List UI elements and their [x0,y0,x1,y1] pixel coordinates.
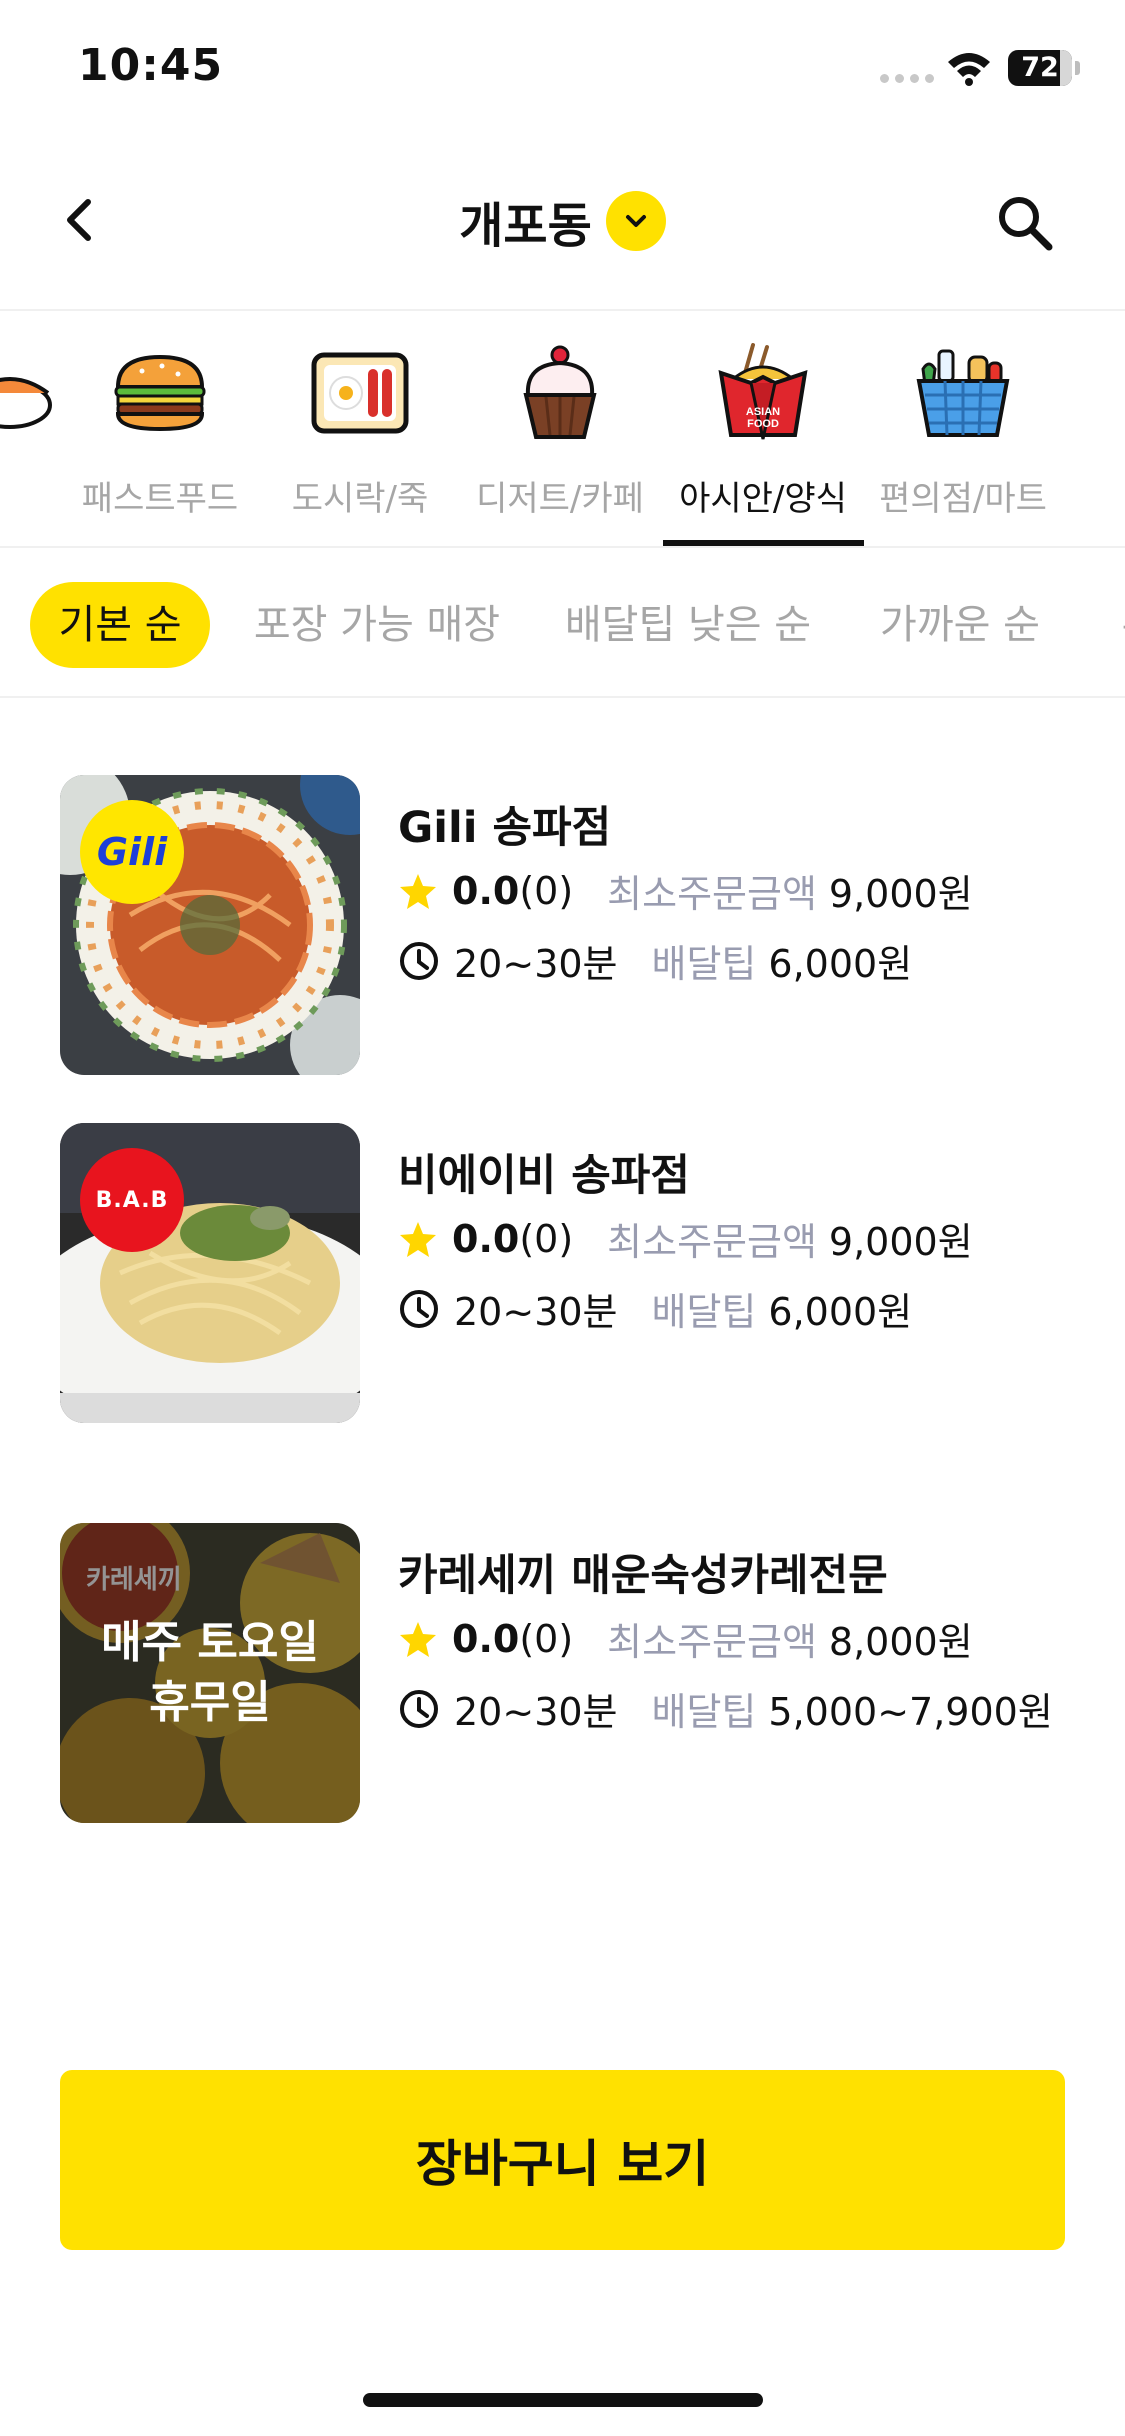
category-label: 디저트/카페 [476,479,644,519]
category-label: 일식 [0,471,56,520]
delivery-tip-label: 배달팁 [651,942,757,986]
category-label: 편의점/마트 [879,479,1047,519]
store-card[interactable]: B.A.B 비에이비 송파점 0.0 (0) 최소주문금액 9,000원 20~… [60,1123,1070,1423]
review-count: (0) [519,1216,574,1261]
clock-icon [398,1688,440,1730]
sort-chip-takeout[interactable]: 포장 가능 매장 [238,582,516,668]
category-tabs: 일식 패스트푸드 [0,311,1125,547]
category-tab-lunchbox[interactable]: 도시락/죽 [260,311,460,547]
star-icon [398,1219,438,1259]
asian-food-box-icon: ASIAN FOOD [713,343,813,443]
status-bar: 10:45 72 [0,0,1125,135]
category-tab-asian-western[interactable]: ASIAN FOOD 아시안/양식 [663,311,863,547]
delivery-row: 20~30분 배달팁 6,000원 [398,933,912,988]
delivery-row: 20~30분 배달팁 5,000~7,900원 [398,1681,1053,1736]
min-order-label: 최소주문금액 [607,872,817,916]
delivery-tip-value: 5,000~7,900원 [768,1690,1053,1734]
store-thumbnail: B.A.B [60,1123,360,1423]
clock-icon [398,940,440,982]
svg-text:ASIAN: ASIAN [746,406,780,418]
sort-chip-nearest[interactable]: 가까운 순 [870,582,1050,668]
delivery-tip-value: 6,000원 [768,1290,913,1334]
category-label: 패스트푸드 [81,479,239,519]
home-indicator[interactable] [363,2393,763,2407]
search-icon [999,197,1053,251]
rating-value: 0.0 [452,1216,520,1261]
battery-icon: 72 [1008,50,1072,86]
location-title: 개포동 [459,198,592,254]
burger-icon [110,343,210,443]
min-order-value: 9,000원 [828,1220,973,1264]
delivery-tip-label: 배달팁 [651,1690,757,1734]
delivery-tip-value: 6,000원 [768,942,913,986]
clock-icon [398,1288,440,1330]
store-logo: Gili [80,800,184,904]
sushi-icon [0,343,60,443]
battery-cap [1075,61,1080,75]
sort-options: 기본 순 포장 가능 매장 배달팁 낮은 순 가까운 순 주 [0,548,1125,696]
category-tab-fastfood[interactable]: 패스트푸드 [60,311,260,547]
lunchbox-icon [310,343,410,443]
store-thumbnail: 카레세끼 매주 토요일 휴무일 [60,1523,360,1823]
rating-value: 0.0 [452,1616,520,1661]
delivery-time: 20~30분 [454,942,618,986]
review-count: (0) [519,1616,574,1661]
store-name: Gili 송파점 [398,803,612,853]
store-logo-text: B.A.B [95,1187,169,1213]
store-thumbnail: Gili [60,775,360,1075]
sort-chip-more[interactable]: 주 [1110,582,1125,668]
min-order-value: 8,000원 [828,1620,973,1664]
wifi-icon [946,50,992,90]
sort-chip-default[interactable]: 기본 순 [30,582,210,668]
store-logo-text: Gili [96,830,168,874]
delivery-time: 20~30분 [454,1290,618,1334]
review-count: (0) [519,868,574,913]
delivery-time: 20~30분 [454,1690,618,1734]
status-time: 10:45 [78,40,224,91]
delivery-row: 20~30분 배달팁 6,000원 [398,1281,912,1336]
category-tab-japanese[interactable]: 일식 [0,311,60,547]
divider [0,696,1125,698]
min-order-label: 최소주문금액 [607,1620,817,1664]
category-label: 도시락/죽 [291,479,429,519]
search-button[interactable] [990,188,1060,258]
store-list-screen: 10:45 72 개포동 패스트푸드 도시락/죽 디저트/카페 ASIAN FO… [0,0,1125,2436]
top-app-bar: 개포동 [0,160,1125,310]
category-tab-convenience[interactable]: 편의점/마트 [863,311,1063,547]
cupcake-icon [510,343,610,443]
closed-overlay: 매주 토요일 휴무일 [60,1523,360,1823]
rating-row: 0.0 (0) 최소주문금액 9,000원 [398,863,973,918]
rating-row: 0.0 (0) 최소주문금액 8,000원 [398,1611,973,1666]
store-logo: B.A.B [80,1148,184,1252]
grocery-basket-icon [913,343,1013,443]
cellular-signal-icon [880,74,934,83]
store-name: 비에이비 송파점 [398,1151,690,1201]
category-tab-dessert[interactable]: 디저트/카페 [460,311,660,547]
delivery-tip-label: 배달팁 [651,1290,757,1334]
sort-chip-low-delivery-tip[interactable]: 배달팁 낮은 순 [548,582,828,668]
svg-text:FOOD: FOOD [747,418,779,430]
store-name: 카레세끼 매운숙성카레전문 [398,1551,888,1601]
star-icon [398,1619,438,1659]
min-order-label: 최소주문금액 [607,1220,817,1264]
store-card[interactable]: Gili Gili 송파점 0.0 (0) 최소주문금액 9,000원 20~3… [60,775,1070,1075]
rating-row: 0.0 (0) 최소주문금액 9,000원 [398,1211,973,1266]
min-order-value: 9,000원 [828,872,973,916]
battery-level-text: 72 [1021,52,1059,83]
category-label: 아시안/양식 [679,479,847,519]
closed-notice: 매주 토요일 휴무일 [101,1617,319,1728]
rating-value: 0.0 [452,868,520,913]
store-card[interactable]: 카레세끼 매주 토요일 휴무일 카레세끼 매운숙성카레전문 0.0 (0) 최소… [60,1523,1070,1823]
location-selector[interactable]: 개포동 [0,190,1125,254]
chevron-down-icon[interactable] [605,191,666,251]
view-cart-button[interactable]: 장바구니 보기 [60,2070,1065,2250]
star-icon [398,871,438,911]
